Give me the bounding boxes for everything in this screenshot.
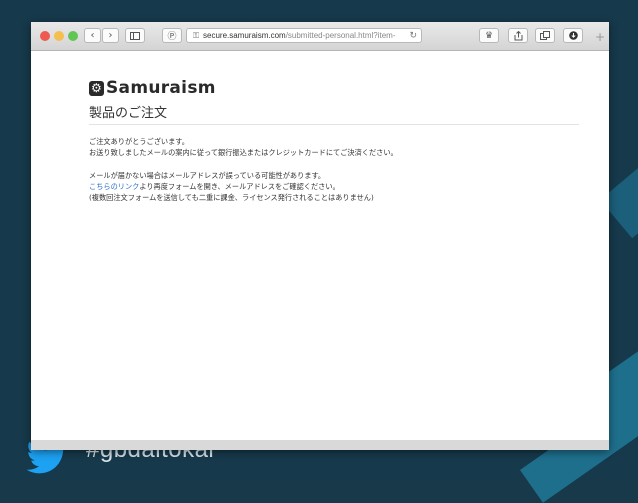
reload-icon[interactable]: ↻ bbox=[409, 29, 417, 42]
maximize-window-button[interactable] bbox=[68, 31, 78, 41]
recheck-line: こちらのリンクより再度フォームを開き、メールアドレスをご確認ください。 bbox=[89, 181, 589, 192]
minimize-window-button[interactable] bbox=[54, 31, 64, 41]
extension-icon: ♛ bbox=[484, 30, 494, 41]
email-warning-line: メールが届かない場合はメールアドレスが誤っている可能性があります。 bbox=[89, 171, 326, 180]
close-window-button[interactable] bbox=[40, 31, 50, 41]
logo-text: Samuraism bbox=[106, 78, 216, 98]
browser-window: ‹ › Ⓟ ⚿ secure.samuraism.com/submitted-p… bbox=[31, 22, 609, 450]
back-arrow-icon: ‹ bbox=[90, 30, 95, 41]
address-bar[interactable]: ⚿ secure.samuraism.com/submitted-persona… bbox=[186, 28, 422, 43]
url-host: secure.samuraism.com bbox=[203, 31, 286, 40]
payment-instruction-line: お送り致しましたメールの案内に従って銀行振込またはクレジットカードにてご決済くだ… bbox=[89, 148, 398, 157]
forward-arrow-icon: › bbox=[108, 30, 113, 41]
sidebar-icon bbox=[130, 31, 140, 40]
forward-button[interactable]: › bbox=[102, 28, 119, 43]
plus-icon[interactable]: + bbox=[595, 31, 605, 43]
order-thanks-paragraph: ご注文ありがとうございます。 お送り致しましたメールの案内に従って銀行振込または… bbox=[89, 136, 589, 158]
form-link[interactable]: こちらのリンク bbox=[89, 182, 139, 191]
web-page-content: ⚙ Samuraism 製品のご注文 ご注文ありがとうございます。 お送り致しま… bbox=[31, 51, 609, 446]
thanks-line: ご注文ありがとうございます。 bbox=[89, 137, 189, 146]
url-path: /submitted-personal.html?item- bbox=[285, 31, 396, 40]
window-bottom-edge bbox=[31, 440, 609, 450]
share-button[interactable] bbox=[508, 28, 528, 43]
back-button[interactable]: ‹ bbox=[84, 28, 101, 43]
lock-icon: ⚿ bbox=[193, 31, 200, 40]
email-notice-paragraph: メールが届かない場合はメールアドレスが誤っている可能性があります。 こちらのリン… bbox=[89, 170, 589, 203]
site-logo[interactable]: ⚙ Samuraism bbox=[89, 78, 216, 98]
gear-icon: ⚙ bbox=[89, 80, 104, 96]
sidebar-button[interactable] bbox=[125, 28, 145, 43]
reader-icon: Ⓟ bbox=[167, 32, 177, 42]
extension-button[interactable]: ♛ bbox=[479, 28, 499, 43]
browser-toolbar: ‹ › Ⓟ ⚿ secure.samuraism.com/submitted-p… bbox=[31, 22, 609, 51]
download-button[interactable] bbox=[563, 28, 583, 43]
recheck-text: より再度フォームを開き、メールアドレスをご確認ください。 bbox=[139, 182, 340, 191]
page-title: 製品のご注文 bbox=[89, 102, 579, 125]
tabs-icon bbox=[540, 31, 550, 40]
reader-button[interactable]: Ⓟ bbox=[162, 28, 182, 43]
tabs-button[interactable] bbox=[535, 28, 555, 43]
share-icon bbox=[514, 30, 522, 40]
no-double-charge-line: (複数回注文フォームを送信しても二重に課金、ライセンス発行されることはありません… bbox=[89, 193, 374, 202]
download-icon bbox=[568, 31, 578, 40]
